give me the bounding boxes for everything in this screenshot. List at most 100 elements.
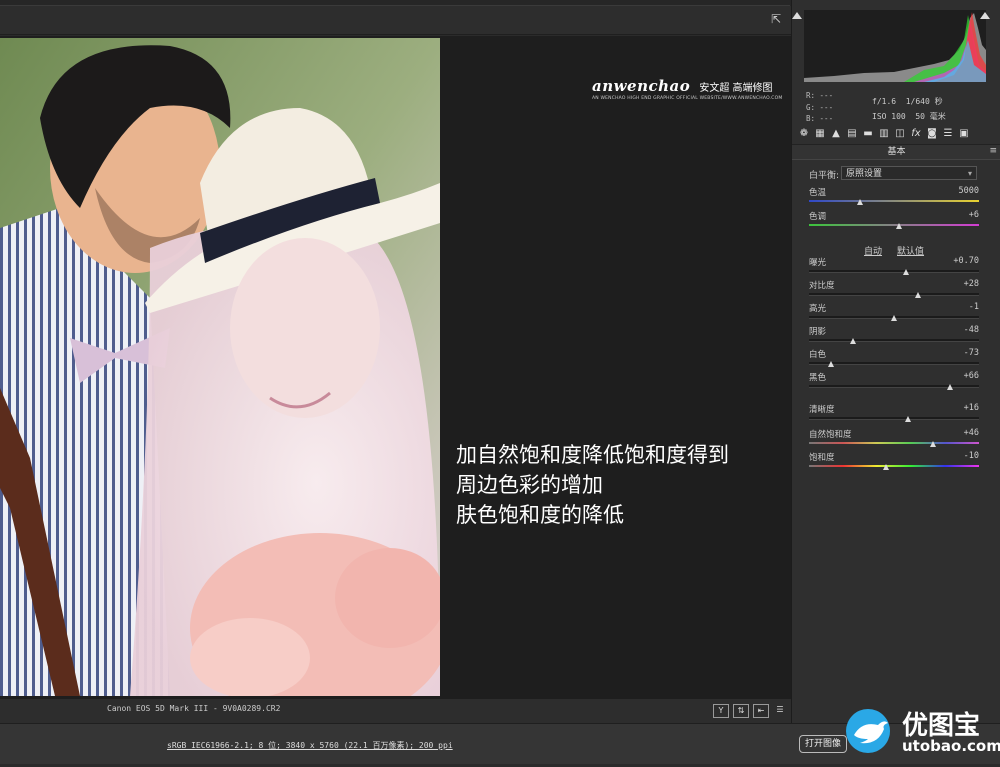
slider-8[interactable]: 清晰度 +16 <box>809 403 979 425</box>
image-toolbar: ⇱ <box>0 6 791 35</box>
slider-7[interactable]: 黑色 +66 <box>809 371 979 393</box>
slider-thumb[interactable] <box>882 464 889 470</box>
slider-label: 清晰度 <box>809 405 835 415</box>
slider-label: 黑色 <box>809 373 827 383</box>
image-canvas[interactable]: anwenchao 安文超 高端修图 AN WENCHAO HIGH END G… <box>0 36 791 699</box>
slider-thumb[interactable] <box>857 199 863 205</box>
utobao-logo: 优图宝 utobao.com <box>844 703 1000 763</box>
highlight-clipping-warning-icon[interactable] <box>980 12 990 19</box>
panel-menu-icon[interactable]: ≡ <box>989 146 997 156</box>
camera-filename: Canon EOS 5D Mark III - 9V0A0289.CR2 <box>107 704 281 713</box>
slider-track[interactable] <box>809 362 979 365</box>
rgb-readout: R: --- G: --- B: --- <box>806 90 833 125</box>
slider-track[interactable] <box>809 442 979 444</box>
iso: ISO 100 <box>872 112 906 121</box>
rgb-r: R: --- <box>806 91 834 100</box>
slider-thumb[interactable] <box>930 441 937 447</box>
rgb-b: B: --- <box>806 114 834 123</box>
export-icon[interactable]: ⇱ <box>769 12 783 26</box>
before-after-y-icon[interactable]: Y <box>713 704 729 718</box>
slider-value[interactable]: +6 <box>969 210 979 220</box>
watermark: anwenchao 安文超 高端修图 AN WENCHAO HIGH END G… <box>592 76 782 101</box>
shutter: 1/640 秒 <box>905 97 943 106</box>
copy-settings-icon[interactable]: ⇤ <box>753 704 769 718</box>
toggle-settings-icon[interactable]: ☰ <box>773 704 787 716</box>
tone-curve-icon[interactable]: ▦ <box>814 128 826 140</box>
slider-value[interactable]: +0.70 <box>953 256 979 266</box>
caption-line-3: 肤色饱和度的降低 <box>456 503 624 527</box>
slider-thumb[interactable] <box>891 315 897 321</box>
lens-corrections-icon[interactable]: ▥ <box>878 128 890 140</box>
rgb-g: G: --- <box>806 102 834 112</box>
slider-label: 阴影 <box>809 327 827 337</box>
slider-label: 饱和度 <box>809 453 835 463</box>
slider-thumb[interactable] <box>904 416 911 422</box>
slider-label: 曝光 <box>809 258 827 268</box>
slider-value[interactable]: +16 <box>964 403 979 413</box>
watermark-cn: 安文超 高端修图 <box>699 83 773 94</box>
slider-value[interactable]: -73 <box>964 348 979 358</box>
slider-6[interactable]: 白色 -73 <box>809 348 979 370</box>
slider-track[interactable] <box>809 339 979 342</box>
open-image-button[interactable]: 打开图像 <box>799 735 848 753</box>
slider-label: 高光 <box>809 304 827 314</box>
slider-track[interactable] <box>809 385 979 388</box>
focal-length: 50 毫米 <box>915 112 946 121</box>
slider-thumb[interactable] <box>828 361 835 367</box>
aperture: f/1.6 <box>872 97 897 106</box>
detail-icon[interactable]: ▲ <box>830 128 842 140</box>
shadow-clipping-warning-icon[interactable] <box>792 12 802 19</box>
watermark-brand: anwenchao <box>592 77 691 95</box>
slider-track[interactable] <box>809 465 979 467</box>
slider-9[interactable]: 自然饱和度 +46 <box>809 428 979 450</box>
presets-icon[interactable]: ☰ <box>942 128 954 140</box>
slider-thumb[interactable] <box>902 269 909 275</box>
slider-thumb[interactable] <box>947 384 954 390</box>
slider-4[interactable]: 高光 -1 <box>809 302 979 324</box>
adjustment-panel: R: --- G: --- B: --- f/1.6 1/640 秒 ISO 1… <box>791 0 1000 723</box>
slider-label: 对比度 <box>809 281 835 291</box>
status-strip: Canon EOS 5D Mark III - 9V0A0289.CR2 Y ⇅… <box>0 699 791 723</box>
slider-value[interactable]: -10 <box>964 451 979 461</box>
slider-0[interactable]: 色温 5000 <box>809 186 979 208</box>
workflow-options-link[interactable]: sRGB IEC61966-2.1; 8 位; 3840 x 5760 (22.… <box>167 740 453 751</box>
slider-label: 色温 <box>809 188 827 198</box>
slider-10[interactable]: 饱和度 -10 <box>809 451 979 473</box>
slider-value[interactable]: -1 <box>969 302 979 312</box>
slider-value[interactable]: +46 <box>964 428 979 438</box>
white-balance-label: 白平衡: <box>809 171 840 181</box>
slider-label: 自然饱和度 <box>809 430 852 440</box>
slider-track[interactable] <box>809 417 979 420</box>
slider-thumb[interactable] <box>850 338 857 344</box>
effects-fx-icon[interactable]: fx <box>910 128 922 140</box>
slider-value[interactable]: +66 <box>964 371 979 381</box>
slider-track[interactable] <box>809 270 979 273</box>
swap-icon[interactable]: ⇅ <box>733 704 749 718</box>
slider-track[interactable] <box>809 293 979 296</box>
slider-5[interactable]: 阴影 -48 <box>809 325 979 347</box>
slider-value[interactable]: +28 <box>964 279 979 289</box>
slider-label: 色调 <box>809 212 827 222</box>
caption-line-2: 周边色彩的增加 <box>456 473 603 497</box>
slider-value[interactable]: -48 <box>964 325 979 335</box>
caption: 加自然饱和度降低饱和度得到 周边色彩的增加 肤色饱和度的降低 <box>456 440 729 530</box>
slider-2[interactable]: 曝光 +0.70 <box>809 256 979 278</box>
photo <box>0 38 440 696</box>
couple-photo <box>0 38 440 696</box>
split-toning-icon[interactable]: ▬ <box>862 128 874 140</box>
snapshots-icon[interactable]: ▣ <box>958 128 970 140</box>
slider-1[interactable]: 色调 +6 <box>809 210 979 232</box>
transform-icon[interactable]: ◫ <box>894 128 906 140</box>
slider-thumb[interactable] <box>914 292 921 298</box>
basic-aperture-icon[interactable]: ❁ <box>798 128 810 140</box>
caption-line-1: 加自然饱和度降低饱和度得到 <box>456 443 729 467</box>
hsl-icon[interactable]: ▤ <box>846 128 858 140</box>
slider-3[interactable]: 对比度 +28 <box>809 279 979 301</box>
white-balance-select[interactable]: 原照设置 ▾ <box>841 166 977 180</box>
slider-track[interactable] <box>809 200 979 202</box>
slider-track[interactable] <box>809 224 979 226</box>
panel-tabs: ❁ ▦ ▲ ▤ ▬ ▥ ◫ fx ◙ ☰ ▣ <box>798 128 998 142</box>
slider-thumb[interactable] <box>896 223 903 229</box>
slider-value[interactable]: 5000 <box>959 186 979 196</box>
camera-calibration-icon[interactable]: ◙ <box>926 128 938 140</box>
